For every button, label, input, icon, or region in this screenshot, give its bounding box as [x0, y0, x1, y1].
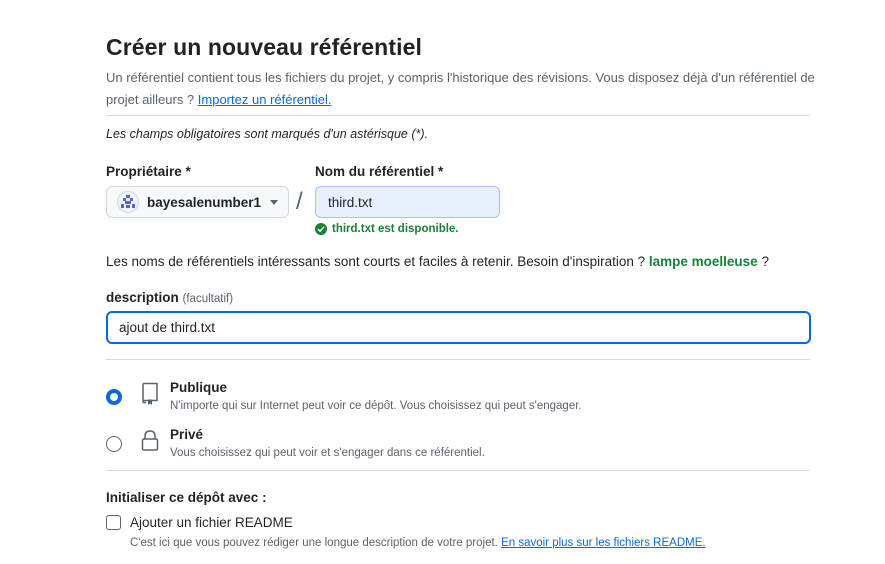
divider: [106, 359, 810, 360]
radio-private[interactable]: [106, 436, 122, 452]
divider: [106, 115, 810, 116]
visibility-private-title: Privé: [170, 427, 204, 442]
visibility-public-title: Publique: [170, 380, 227, 395]
import-repo-link[interactable]: Importez un référentiel.: [198, 92, 332, 107]
inspiration-body: Les noms de référentiels intéressants so…: [106, 254, 649, 269]
repo-icon: [140, 382, 160, 411]
visibility-private-desc: Vous choisissez qui peut voir et s'engag…: [170, 447, 485, 459]
page-title: Créer un nouveau référentiel: [106, 34, 422, 60]
check-circle-icon: [315, 223, 327, 235]
readme-desc-body: C'est ici que vous pouvez rédiger une lo…: [130, 537, 502, 549]
owner-name: bayesalenumber1: [147, 194, 262, 210]
readme-learn-more-link[interactable]: En savoir plus sur les fichiers README.: [501, 537, 706, 549]
owner-repo-separator: /: [296, 188, 303, 215]
repo-name-label: Nom du référentiel *: [315, 164, 444, 179]
chevron-down-icon: [270, 199, 279, 205]
identicon-avatar: [117, 191, 139, 213]
owner-dropdown[interactable]: bayesalenumber1: [106, 186, 289, 218]
lock-icon: [140, 429, 160, 458]
description-label-text: description: [106, 290, 179, 305]
inspiration-suffix: ?: [757, 254, 769, 269]
required-note: Les champs obligatoires sont marqués d'u…: [106, 127, 428, 141]
owner-label: Propriétaire *: [106, 164, 191, 179]
readme-label[interactable]: Ajouter un fichier README: [130, 515, 293, 530]
optional-tag: (facultatif): [182, 293, 234, 305]
initialize-heading: Initialiser ce dépôt avec :: [106, 490, 267, 505]
availability-message: third.txt est disponible.: [315, 223, 459, 235]
divider: [106, 470, 810, 471]
description-input[interactable]: [106, 311, 811, 344]
availability-text: third.txt est disponible.: [332, 223, 459, 235]
repo-name-input[interactable]: [315, 186, 500, 218]
visibility-public-desc: N'importe qui sur Internet peut voir ce …: [170, 400, 582, 412]
name-suggestion-link[interactable]: lampe moelleuse: [649, 254, 758, 269]
inspiration-text: Les noms de référentiels intéressants so…: [106, 254, 769, 269]
readme-checkbox[interactable]: [106, 515, 121, 530]
description-label: description (facultatif): [106, 290, 233, 305]
readme-description: C'est ici que vous pouvez rédiger une lo…: [130, 537, 706, 549]
intro-text: Un référentiel contient tous les fichier…: [106, 67, 826, 111]
radio-public[interactable]: [106, 389, 122, 405]
